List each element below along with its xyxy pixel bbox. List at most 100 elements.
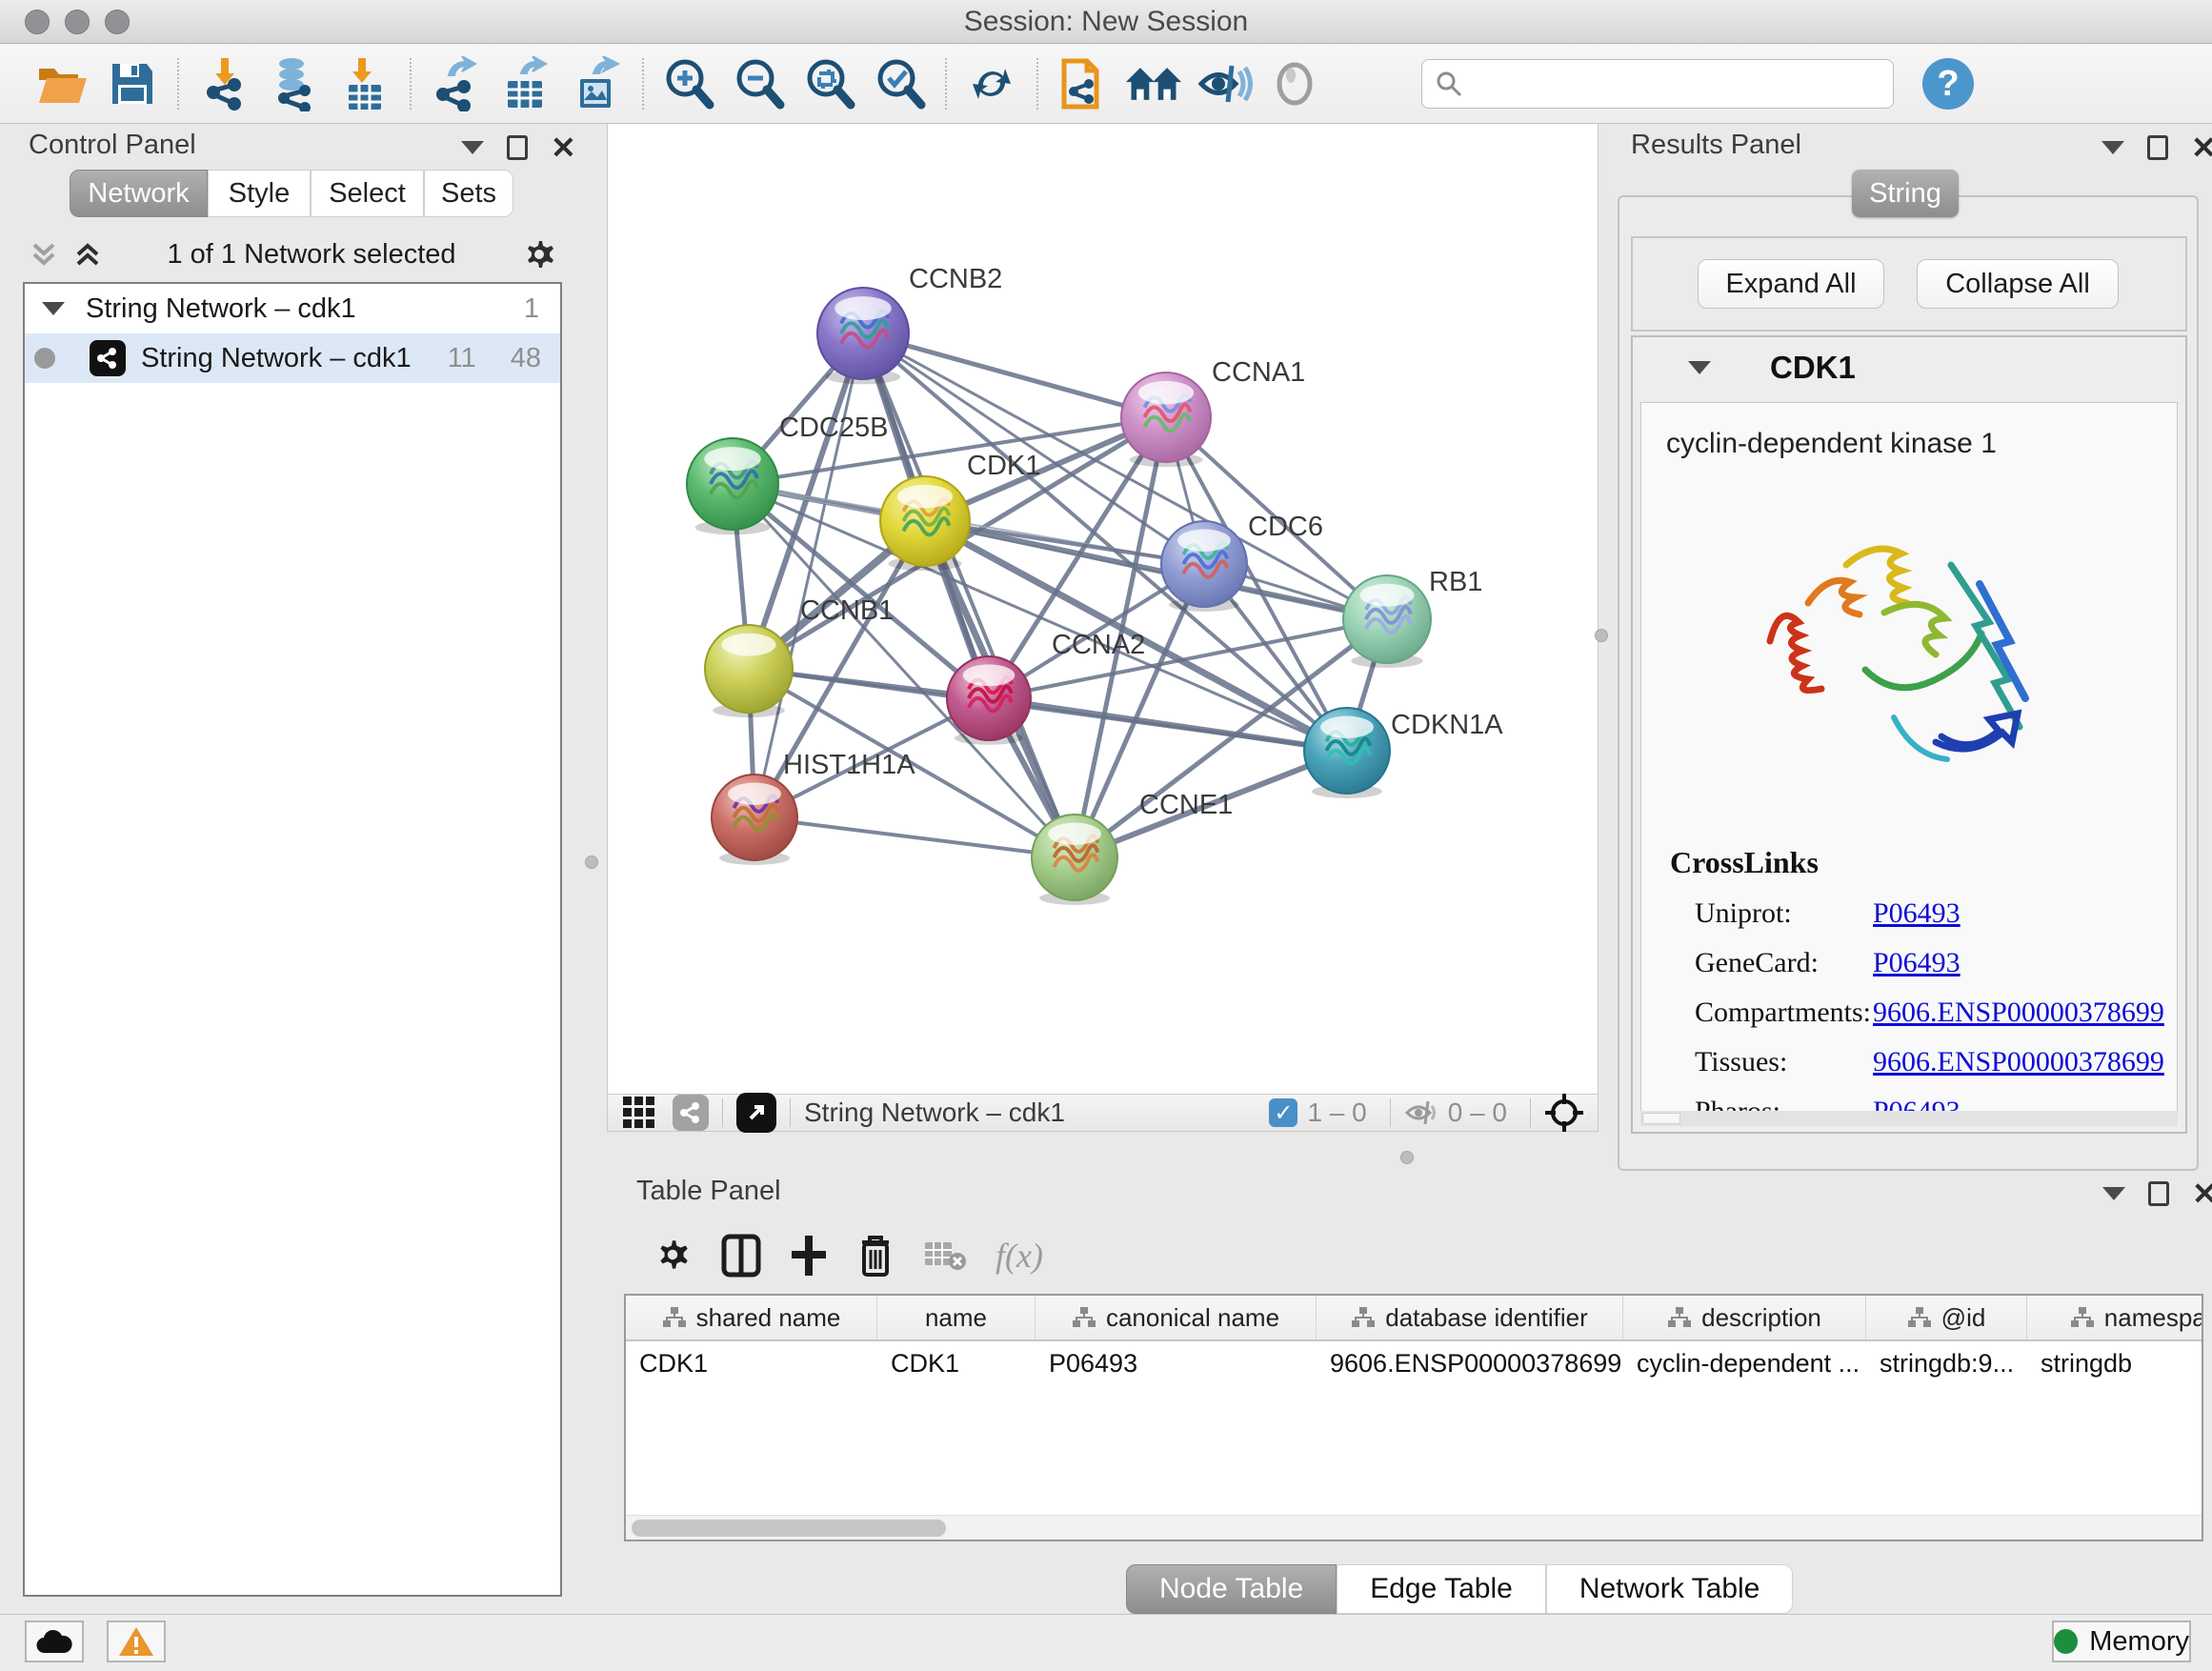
column-header-shared-name[interactable]: shared name <box>626 1296 877 1339</box>
table-panel-float-icon[interactable] <box>2148 1181 2169 1206</box>
tab-network-table[interactable]: Network Table <box>1546 1564 1794 1614</box>
eye-icon[interactable] <box>1265 54 1324 113</box>
network-collection-row[interactable]: String Network – cdk1 1 <box>25 284 560 333</box>
toolbar-search <box>1421 59 1894 109</box>
gene-details: cyclin-dependent kinase 1 CrossLinks <box>1640 402 2178 1115</box>
control-panel-menu-icon[interactable] <box>461 141 484 154</box>
houses-icon[interactable] <box>1124 54 1183 113</box>
tab-network[interactable]: Network <box>70 170 208 217</box>
hidden-eye-icon[interactable] <box>1404 1098 1438 1127</box>
gene-disclosure-icon[interactable] <box>1688 361 1711 374</box>
crosslink-genecard[interactable]: P06493 <box>1873 947 1961 979</box>
zoom-out-icon[interactable] <box>730 54 789 113</box>
refresh-icon[interactable] <box>962 54 1021 113</box>
tab-sets[interactable]: Sets <box>424 170 513 217</box>
show-columns-icon[interactable] <box>721 1234 761 1278</box>
export-table-icon[interactable] <box>497 54 556 113</box>
results-panel-close-icon[interactable]: ✕ <box>2191 135 2212 160</box>
node-label: RB1 <box>1429 567 1482 597</box>
network-edge[interactable] <box>754 817 1075 857</box>
tab-node-table[interactable]: Node Table <box>1126 1564 1337 1614</box>
right-splitter-handle[interactable] <box>1595 629 1608 642</box>
network-row[interactable]: String Network – cdk1 11 48 <box>25 333 560 383</box>
crosslink-row: Compartments: 9606.ENSP00000378699 <box>1695 997 2177 1029</box>
delete-column-trash-icon[interactable] <box>856 1233 895 1278</box>
help-icon[interactable]: ? <box>1919 54 1978 113</box>
export-image-icon[interactable] <box>568 54 627 113</box>
zoom-in-icon[interactable] <box>659 54 718 113</box>
expand-all-button[interactable]: Expand All <box>1698 259 1884 309</box>
eye-slash-icon[interactable] <box>1195 54 1254 113</box>
warnings-button[interactable] <box>107 1621 166 1662</box>
add-column-icon[interactable] <box>790 1234 828 1278</box>
column-header-description[interactable]: description <box>1623 1296 1866 1339</box>
main-toolbar: ? <box>0 44 2212 124</box>
table-settings-gear-icon[interactable] <box>653 1236 693 1276</box>
tab-string[interactable]: String <box>1852 170 1959 217</box>
table-panel-close-icon[interactable]: ✕ <box>2192 1181 2212 1206</box>
import-table-icon[interactable] <box>335 54 394 113</box>
network-options-gear-icon[interactable] <box>520 235 558 273</box>
network-node-hist1h1a[interactable]: HIST1H1A <box>712 750 915 865</box>
import-network-icon[interactable] <box>194 54 253 113</box>
table-horizontal-scrollbar[interactable] <box>626 1515 2202 1540</box>
birdseye-grid-icon[interactable] <box>623 1097 655 1129</box>
node-label: CCNB2 <box>909 264 1002 294</box>
results-panel-float-icon[interactable] <box>2147 135 2168 160</box>
network-node-ccna1[interactable]: CCNA1 <box>1121 357 1305 467</box>
detach-view-icon[interactable] <box>736 1093 776 1133</box>
control-panel-title: Control Panel <box>29 130 196 161</box>
column-header-canonical-name[interactable]: canonical name <box>1036 1296 1317 1339</box>
column-header-database-identifier[interactable]: database identifier <box>1317 1296 1623 1339</box>
zoom-fit-icon[interactable] <box>800 54 859 113</box>
network-document-icon[interactable] <box>1054 54 1113 113</box>
collapse-all-chevron-icon[interactable] <box>29 239 59 270</box>
crosslink-compartments[interactable]: 9606.ENSP00000378699 <box>1873 997 2164 1029</box>
memory-button[interactable]: Memory <box>2052 1621 2191 1662</box>
network-canvas[interactable]: CCNB2CCNA1CDC25BCDK1CDC6RB1CCNB1CCNA2CDK… <box>607 124 1599 1094</box>
control-panel-tabs: Network Style Select Sets <box>70 170 513 217</box>
column-header-namespace[interactable]: namespace <box>2027 1296 2203 1339</box>
collection-disclosure-icon[interactable] <box>42 302 65 315</box>
crosslink-uniprot[interactable]: P06493 <box>1873 897 1961 930</box>
tab-edge-table[interactable]: Edge Table <box>1337 1564 1546 1614</box>
function-builder-icon[interactable]: f(x) <box>995 1236 1043 1276</box>
network-node-ccne1[interactable]: CCNE1 <box>1032 790 1233 905</box>
table-panel-menu-icon[interactable] <box>2102 1187 2125 1200</box>
delete-table-icon[interactable] <box>923 1238 967 1273</box>
left-splitter-handle[interactable] <box>585 856 598 869</box>
tab-select[interactable]: Select <box>311 170 424 217</box>
table-row[interactable]: CDK1 CDK1 P06493 9606.ENSP00000378699 cy… <box>626 1341 2202 1385</box>
network-edge[interactable] <box>754 333 863 817</box>
results-mini-scrollbar[interactable] <box>1640 1111 2178 1126</box>
open-session-icon[interactable] <box>32 54 91 113</box>
network-share-icon[interactable] <box>673 1095 709 1131</box>
column-header-name[interactable]: name <box>877 1296 1036 1339</box>
network-edge[interactable] <box>989 619 1387 698</box>
selected-checkbox-icon[interactable]: ✓ <box>1269 1098 1297 1127</box>
import-network-from-database-icon[interactable] <box>265 54 324 113</box>
network-tree: String Network – cdk1 1 String Network –… <box>23 282 562 1597</box>
bottom-splitter-handle[interactable] <box>1400 1151 1414 1164</box>
column-header-id[interactable]: @id <box>1866 1296 2027 1339</box>
control-panel-float-icon[interactable] <box>507 135 528 160</box>
expand-all-chevron-icon[interactable] <box>72 239 103 270</box>
export-network-icon[interactable] <box>427 54 486 113</box>
network-node-rb1[interactable]: RB1 <box>1343 567 1482 668</box>
tab-style[interactable]: Style <box>208 170 311 217</box>
results-panel-menu-icon[interactable] <box>2101 141 2124 154</box>
network-node-cdc6[interactable]: CDC6 <box>1161 512 1323 612</box>
node-label: CDC25B <box>779 413 888 443</box>
crosslink-row: Uniprot: P06493 <box>1695 897 2177 930</box>
search-input[interactable] <box>1421 59 1894 109</box>
fit-selected-crosshair-icon[interactable] <box>1544 1093 1584 1133</box>
save-session-icon[interactable] <box>103 54 162 113</box>
collapse-all-button[interactable]: Collapse All <box>1917 259 2119 309</box>
node-table: shared name name canonical name database… <box>624 1294 2203 1541</box>
network-edge[interactable] <box>863 333 1166 417</box>
cloud-button[interactable] <box>25 1621 84 1662</box>
network-node-cdkn1a[interactable]: CDKN1A <box>1304 708 1503 798</box>
crosslink-tissues[interactable]: 9606.ENSP00000378699 <box>1873 1046 2164 1078</box>
zoom-selected-icon[interactable] <box>871 54 930 113</box>
control-panel-close-icon[interactable]: ✕ <box>551 135 576 160</box>
